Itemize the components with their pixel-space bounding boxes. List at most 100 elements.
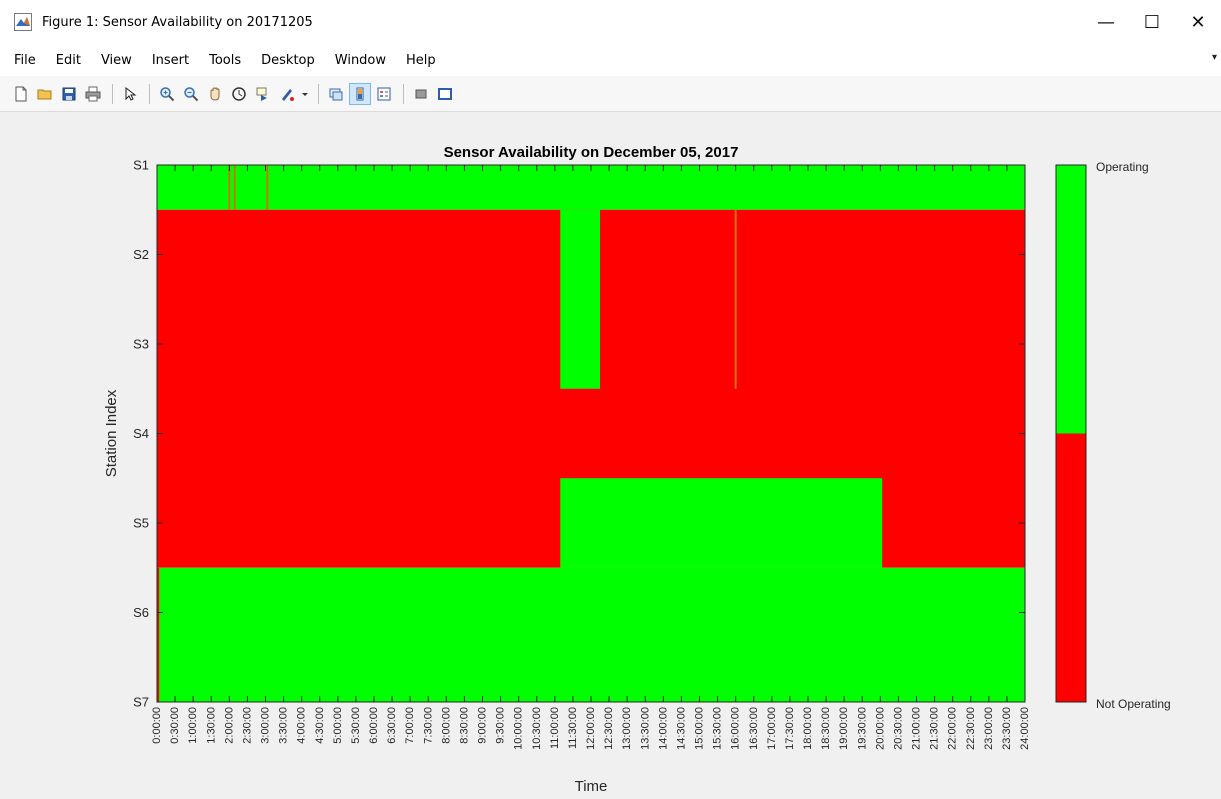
brush-dropdown-icon[interactable] [300, 83, 310, 105]
toolbar-separator [318, 83, 319, 104]
window-titlebar: Figure 1: Sensor Availability on 2017120… [0, 0, 1221, 44]
x-tick-label: 6:30:00 [386, 707, 398, 744]
y-tick-label: S4 [133, 426, 149, 441]
print-icon[interactable] [82, 83, 104, 105]
figure-toolbar [0, 76, 1221, 112]
x-tick-label: 3:00:00 [260, 707, 272, 744]
x-tick-label: 5:30:00 [350, 707, 362, 744]
x-tick-label: 9:00:00 [477, 707, 489, 744]
x-tick-label: 22:00:00 [947, 707, 959, 750]
insert-legend-icon[interactable] [373, 83, 395, 105]
x-tick-label: 4:30:00 [314, 707, 326, 744]
menu-desktop[interactable]: Desktop [261, 53, 315, 68]
menu-file[interactable]: File [14, 53, 36, 68]
menu-help[interactable]: Help [406, 53, 436, 68]
x-tick-label: 15:30:00 [712, 707, 724, 750]
minimize-button[interactable]: — [1083, 0, 1129, 44]
heatmap-segment-operating [560, 478, 883, 568]
x-tick-label: 15:00:00 [694, 707, 706, 750]
pointer-icon[interactable] [119, 83, 141, 105]
menu-tools[interactable]: Tools [209, 53, 241, 68]
x-tick-label: 14:30:00 [675, 707, 687, 750]
x-tick-label: 17:00:00 [766, 707, 778, 750]
x-tick-label: 16:00:00 [730, 707, 742, 750]
colorbar-label-top: Operating [1096, 160, 1149, 174]
x-tick-label: 19:00:00 [838, 707, 850, 750]
menu-insert[interactable]: Insert [152, 53, 189, 68]
pan-hand-icon[interactable] [204, 83, 226, 105]
heatmap-band-operating [157, 567, 1025, 702]
hide-plot-tools-icon[interactable] [410, 83, 432, 105]
y-tick-label: S5 [133, 516, 149, 531]
x-tick-label: 11:30:00 [567, 707, 579, 749]
x-tick-label: 13:30:00 [639, 707, 651, 750]
zoom-out-icon[interactable] [180, 83, 202, 105]
menu-window[interactable]: Window [335, 53, 386, 68]
x-tick-label: 0:00:00 [151, 707, 163, 744]
x-tick-label: 11:00:00 [549, 707, 561, 749]
x-tick-label: 4:00:00 [296, 707, 308, 744]
colorbar-segment-not-operating [1056, 433, 1086, 702]
x-tick-label: 21:00:00 [911, 707, 923, 750]
window-controls: — ☐ ✕ [1083, 0, 1221, 44]
menu-edit[interactable]: Edit [56, 53, 81, 68]
x-tick-label: 22:30:00 [965, 707, 977, 750]
menu-view[interactable]: View [101, 53, 132, 68]
sensor-availability-chart: 0:00:00 0:30:00 1:00:00 1:30:00 2:00:00 2:30:… [103, 144, 1171, 795]
x-tick-label: 20:30:00 [892, 707, 904, 750]
x-tick-label: 23:30:00 [1001, 707, 1013, 750]
x-tick-label: 12:00:00 [585, 707, 597, 750]
matlab-app-icon [14, 13, 32, 31]
x-tick-label: 7:30:00 [422, 707, 434, 744]
x-tick-label: 16:30:00 [748, 707, 760, 750]
toolbar-separator [149, 83, 150, 104]
x-tick-label: 14:00:00 [657, 707, 669, 750]
x-axis-label: Time [575, 778, 608, 795]
colorbar-segment-operating [1056, 165, 1086, 434]
rotate-3d-icon[interactable] [228, 83, 250, 105]
brush-icon[interactable] [276, 83, 298, 105]
x-tick-label: 13:00:00 [621, 707, 633, 750]
x-tick-label: 8:00:00 [440, 707, 452, 744]
x-tick-label: 7:00:00 [404, 707, 416, 744]
close-button[interactable]: ✕ [1175, 0, 1221, 44]
new-figure-icon[interactable] [10, 83, 32, 105]
show-plot-tools-icon[interactable] [434, 83, 456, 105]
x-tick-label: 17:30:00 [784, 707, 796, 750]
y-axis-label: Station Index [103, 389, 120, 477]
x-tick-label: 1:30:00 [205, 707, 217, 744]
x-tick-label: 24:00:00 [1019, 707, 1031, 750]
x-tick-label: 1:00:00 [187, 707, 199, 744]
y-tick-label: S6 [133, 605, 149, 620]
open-file-icon[interactable] [34, 83, 56, 105]
x-tick-label: 20:00:00 [874, 707, 886, 750]
heatmap-band-operating [157, 165, 1025, 210]
x-tick-label: 10:00:00 [513, 707, 525, 750]
data-cursor-icon[interactable] [252, 83, 274, 105]
save-icon[interactable] [58, 83, 80, 105]
y-tick-label: S7 [133, 695, 149, 710]
heatmap-segment-operating [560, 209, 601, 389]
link-plot-icon[interactable] [325, 83, 347, 105]
x-tick-label: 2:00:00 [223, 707, 235, 744]
x-tick-label: 21:30:00 [929, 707, 941, 750]
insert-colorbar-icon[interactable] [349, 82, 371, 105]
x-tick-label: 10:30:00 [531, 707, 543, 750]
x-tick-label: 6:00:00 [368, 707, 380, 744]
chart-title: Sensor Availability on December 05, 2017 [444, 144, 739, 161]
y-tick-label: S2 [133, 247, 149, 262]
x-tick-label: 8:30:00 [458, 707, 470, 744]
figure-canvas[interactable]: 0:00:00 0:30:00 1:00:00 1:30:00 2:00:00 2:30:… [0, 113, 1221, 799]
colorbar-label-bottom: Not Operating [1096, 697, 1171, 711]
x-tick-label: 12:30:00 [603, 707, 615, 750]
menu-overflow-icon[interactable]: ▾ [1212, 52, 1217, 63]
zoom-in-icon[interactable] [156, 83, 178, 105]
maximize-button[interactable]: ☐ [1129, 0, 1175, 44]
x-tick-label: 19:30:00 [856, 707, 868, 750]
y-tick-label: S3 [133, 337, 149, 352]
x-tick-label: 3:30:00 [278, 707, 290, 744]
y-tick-label: S1 [133, 158, 149, 173]
x-tick-label: 18:30:00 [820, 707, 832, 750]
x-tick-label: 5:00:00 [332, 707, 344, 744]
toolbar-separator [403, 83, 404, 104]
